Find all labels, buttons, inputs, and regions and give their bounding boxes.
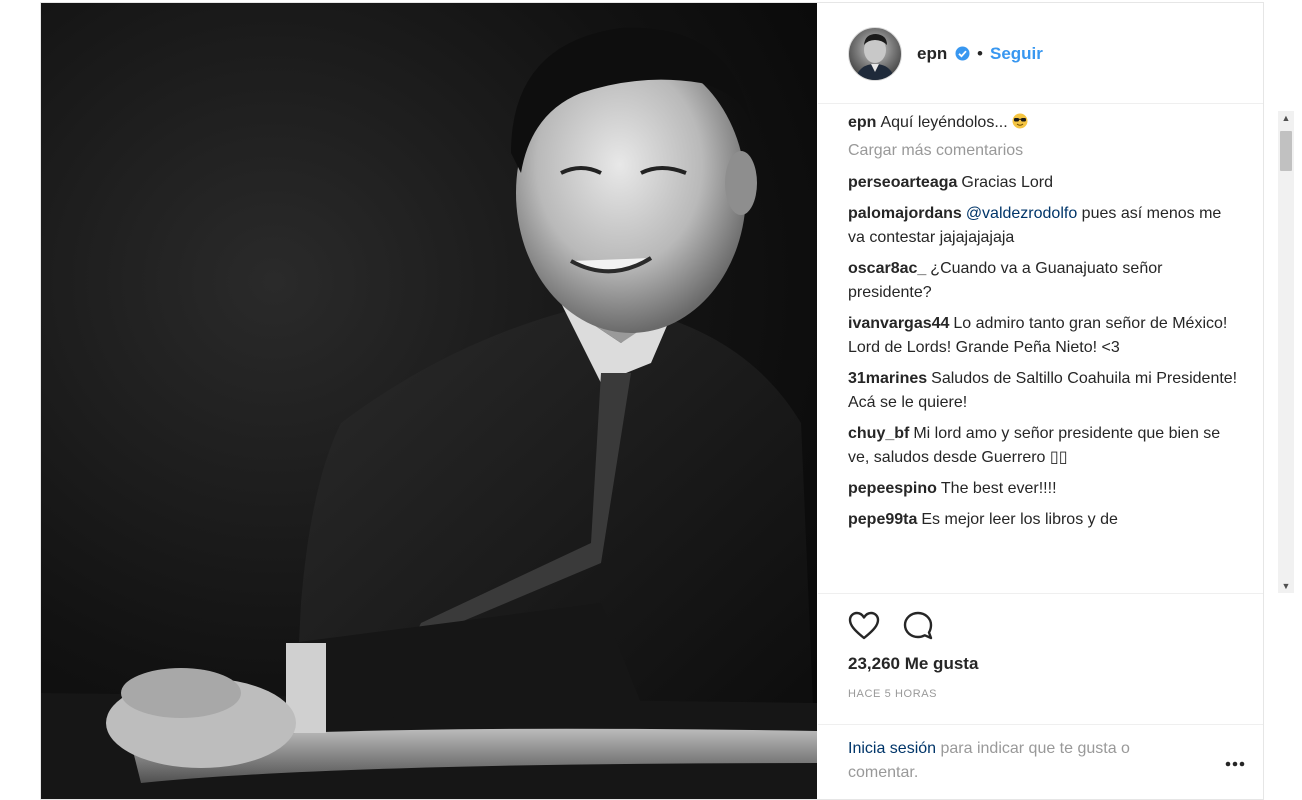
comment-item: perseoarteaga Gracias Lord xyxy=(848,171,1240,195)
comment-item: chuy_bf Mi lord amo y señor presidente qu… xyxy=(848,422,1240,470)
comment-text: Gracias Lord xyxy=(961,174,1053,191)
comment-username[interactable]: chuy_bf xyxy=(848,425,909,442)
heart-outline-icon[interactable] xyxy=(848,611,880,641)
ellipsis-icon[interactable] xyxy=(1224,755,1246,767)
avatar-portrait-icon xyxy=(855,34,895,80)
comment-item: pepeespino The best ever!!!! xyxy=(848,477,1240,501)
load-more-comments-button[interactable]: Cargar más comentarios xyxy=(848,139,1240,163)
comment-username[interactable]: pepe99ta xyxy=(848,511,917,528)
comments-list[interactable]: epn Aquí leyéndolos... Cargar más comenta… xyxy=(848,111,1240,591)
portrait-illustration xyxy=(41,27,817,799)
verified-badge-icon xyxy=(955,46,970,61)
scroll-thumb[interactable] xyxy=(1280,131,1292,171)
username[interactable]: epn xyxy=(917,44,947,64)
follow-button[interactable]: Seguir xyxy=(990,44,1043,64)
comment-username[interactable]: 31marines xyxy=(848,370,927,387)
comment-text: The best ever!!!! xyxy=(940,480,1057,497)
scroll-down-arrow-icon[interactable]: ▼ xyxy=(1278,579,1294,593)
likes-count[interactable]: 23,260 Me gusta xyxy=(848,654,978,674)
instagram-post: epn • Seguir epn Aquí leyéndolos... Carg… xyxy=(40,2,1294,800)
comments-scrollbar[interactable]: ▲ ▼ xyxy=(1278,111,1294,593)
scroll-up-arrow-icon[interactable]: ▲ xyxy=(1278,111,1294,125)
avatar[interactable] xyxy=(848,27,902,81)
post-caption: epn Aquí leyéndolos... xyxy=(848,111,1240,135)
comment-item: oscar8ac_ ¿Cuando va a Guanajuato señor p… xyxy=(848,257,1240,305)
post-header: epn • Seguir xyxy=(818,3,1263,104)
comment-username[interactable]: ivanvargas44 xyxy=(848,315,949,332)
post-photo[interactable] xyxy=(41,3,817,799)
caption-text: Aquí leyéndolos... xyxy=(880,114,1008,131)
comment-item: ivanvargas44 Lo admiro tanto gran señor d… xyxy=(848,312,1240,360)
login-link[interactable]: Inicia sesión xyxy=(848,740,936,757)
login-prompt: Inicia sesión para indicar que te gusta … xyxy=(818,724,1263,800)
speech-bubble-icon[interactable] xyxy=(902,610,934,642)
comment-username[interactable]: oscar8ac_ xyxy=(848,260,926,277)
comment-text: Es mejor leer los libros y de xyxy=(921,511,1118,528)
sunglasses-emoji-icon xyxy=(1012,113,1028,129)
post-timestamp: HACE 5 HORAS xyxy=(848,688,938,700)
comment-username[interactable]: pepeespino xyxy=(848,480,937,497)
comment-item: 31marines Saludos de Saltillo Coahuila mi… xyxy=(848,367,1240,415)
post-side-panel: epn • Seguir epn Aquí leyéndolos... Carg… xyxy=(818,3,1294,800)
comment-item: palomajordans @valdezrodolfo pues así men… xyxy=(848,202,1240,250)
comment-username[interactable]: palomajordans xyxy=(848,205,962,222)
login-prompt-text: Inicia sesión para indicar que te gusta … xyxy=(848,737,1178,785)
separator-dot: • xyxy=(977,44,983,63)
comment-mention-link[interactable]: @valdezrodolfo xyxy=(966,205,1077,222)
post-actions: 23,260 Me gusta HACE 5 HORAS xyxy=(818,593,1263,724)
caption-username[interactable]: epn xyxy=(848,114,876,131)
comment-username[interactable]: perseoarteaga xyxy=(848,174,957,191)
comment-item: pepe99ta Es mejor leer los libros y de xyxy=(848,508,1240,532)
